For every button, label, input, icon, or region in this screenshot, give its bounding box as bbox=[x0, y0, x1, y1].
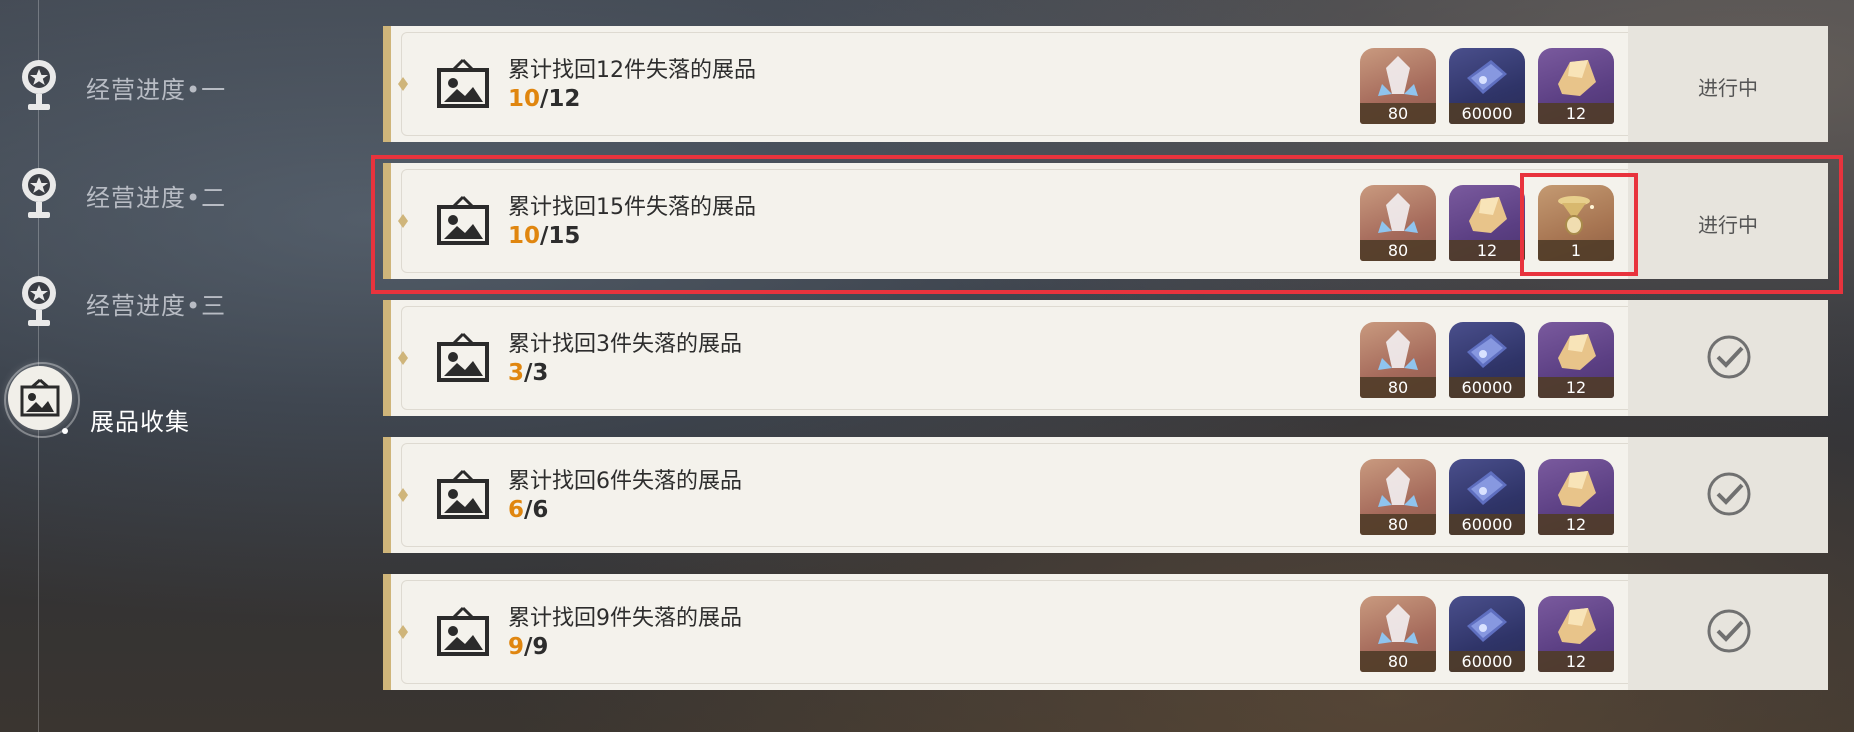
reward-item[interactable]: 60000 bbox=[1449, 322, 1525, 398]
quest-row: 累计找回3件失落的展品 3/3 80 60000 12 bbox=[383, 300, 1828, 416]
sidebar-item-label: 展品收集 bbox=[90, 408, 190, 436]
quest-title: 累计找回9件失落的展品 bbox=[508, 606, 742, 631]
crystal-icon bbox=[1378, 467, 1418, 507]
picture-frame-icon bbox=[437, 606, 489, 656]
credit-icon bbox=[1467, 334, 1507, 368]
reward-count: 80 bbox=[1360, 651, 1436, 672]
credit-icon bbox=[1467, 60, 1507, 94]
crystal-icon bbox=[1378, 56, 1418, 96]
status-in-progress: 进行中 bbox=[1698, 76, 1758, 100]
ore-icon bbox=[1558, 60, 1596, 96]
reward-item[interactable]: 80 bbox=[1360, 48, 1436, 124]
reward-item[interactable]: 60000 bbox=[1449, 459, 1525, 535]
checkmark-icon bbox=[1707, 335, 1751, 379]
reward-item[interactable]: 60000 bbox=[1449, 48, 1525, 124]
sidebar-item-exhibit-collection[interactable]: 展品收集 bbox=[0, 380, 340, 460]
crystal-icon bbox=[1378, 330, 1418, 370]
ore-icon bbox=[1558, 334, 1596, 370]
quest-row: 累计找回9件失落的展品 9/9 80 60000 12 bbox=[383, 574, 1828, 690]
progress-total: /9 bbox=[524, 634, 549, 660]
quest-title: 累计找回12件失落的展品 bbox=[508, 58, 756, 83]
reward-count: 60000 bbox=[1449, 103, 1525, 124]
sidebar-item-label: 经营进度•二 bbox=[86, 184, 227, 212]
reward-item[interactable]: 80 bbox=[1360, 322, 1436, 398]
checkmark-icon bbox=[1707, 472, 1751, 516]
reward-count: 60000 bbox=[1449, 377, 1525, 398]
progress-current: 10 bbox=[508, 86, 541, 112]
reward-item[interactable]: 12 bbox=[1538, 459, 1614, 535]
checkmark-icon bbox=[1707, 609, 1751, 653]
sidebar-item-label: 经营进度•一 bbox=[86, 76, 227, 104]
quest-title: 累计找回3件失落的展品 bbox=[508, 332, 742, 357]
quest-progress: 3/3 bbox=[508, 360, 548, 386]
sidebar-item-progress-3[interactable]: 经营进度•三 bbox=[0, 264, 340, 344]
reward-item[interactable]: 80 bbox=[1360, 596, 1436, 672]
reward-item[interactable]: 80 bbox=[1360, 459, 1436, 535]
sidebar-item-progress-2[interactable]: 经营进度•二 bbox=[0, 156, 340, 236]
progress-total: /12 bbox=[540, 86, 581, 112]
reward-count: 12 bbox=[1538, 514, 1614, 535]
highlight-box-reward bbox=[1520, 173, 1638, 276]
progress-current: 9 bbox=[508, 634, 525, 660]
reward-count: 12 bbox=[1538, 103, 1614, 124]
credit-icon bbox=[1467, 608, 1507, 642]
trophy-icon bbox=[22, 276, 56, 326]
progress-total: /6 bbox=[524, 497, 549, 523]
quest-progress: 9/9 bbox=[508, 634, 548, 660]
ore-icon bbox=[1558, 608, 1596, 644]
crystal-icon bbox=[1378, 604, 1418, 644]
credit-icon bbox=[1467, 471, 1507, 505]
sidebar-item-progress-1[interactable]: 经营进度•一 bbox=[0, 48, 340, 128]
reward-item[interactable]: 12 bbox=[1538, 48, 1614, 124]
reward-count: 80 bbox=[1360, 514, 1436, 535]
reward-count: 12 bbox=[1538, 651, 1614, 672]
reward-count: 60000 bbox=[1449, 651, 1525, 672]
quest-progress: 6/6 bbox=[508, 497, 548, 523]
reward-count: 12 bbox=[1538, 377, 1614, 398]
quest-progress: 10/12 bbox=[508, 86, 580, 112]
ore-icon bbox=[1558, 471, 1596, 507]
reward-count: 60000 bbox=[1449, 514, 1525, 535]
progress-total: /3 bbox=[524, 360, 549, 386]
trophy-icon bbox=[22, 168, 56, 218]
trophy-icon bbox=[22, 60, 56, 110]
progress-current: 3 bbox=[508, 360, 525, 386]
progress-current: 6 bbox=[508, 497, 525, 523]
quest-title: 累计找回6件失落的展品 bbox=[508, 469, 742, 494]
picture-frame-icon bbox=[437, 58, 489, 108]
sidebar-item-label: 经营进度•三 bbox=[86, 292, 227, 320]
reward-item[interactable]: 12 bbox=[1538, 596, 1614, 672]
picture-frame-icon bbox=[437, 469, 489, 519]
picture-frame-icon bbox=[437, 332, 489, 382]
reward-item[interactable]: 60000 bbox=[1449, 596, 1525, 672]
quest-row: 累计找回6件失落的展品 6/6 80 60000 12 bbox=[383, 437, 1828, 553]
reward-item[interactable]: 12 bbox=[1538, 322, 1614, 398]
quest-row: 累计找回12件失落的展品 10/12 80 60000 12 进行中 bbox=[383, 26, 1828, 142]
reward-count: 80 bbox=[1360, 377, 1436, 398]
reward-count: 80 bbox=[1360, 103, 1436, 124]
